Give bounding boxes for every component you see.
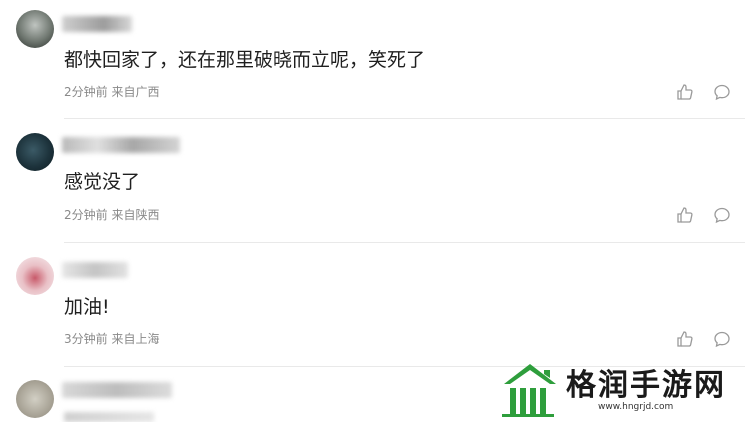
- comment-meta: 2分钟前 来自广西: [64, 85, 160, 99]
- username-blurred[interactable]: [62, 16, 132, 32]
- site-url: www.hngrjd.com: [598, 402, 674, 412]
- comment-bubble-icon[interactable]: [713, 83, 731, 101]
- thumbs-up-icon[interactable]: [676, 206, 694, 224]
- comment-text: 感觉没了: [64, 171, 141, 193]
- site-name: 格润手游网: [566, 368, 726, 403]
- comment-item: 都快回家了，还在那里破晓而立呢，笑死了 2分钟前 来自广西: [0, 0, 745, 120]
- site-logo-icon: [502, 364, 556, 417]
- comment-meta: 3分钟前 来自上海: [64, 332, 160, 346]
- user-avatar[interactable]: [16, 10, 54, 48]
- username-blurred[interactable]: [62, 137, 180, 153]
- user-avatar[interactable]: [16, 380, 54, 418]
- comment-item: 感觉没了 2分钟前 来自陕西: [0, 120, 745, 244]
- comment-text: 加油!: [64, 296, 110, 318]
- comment-bubble-icon[interactable]: [713, 330, 731, 348]
- thumbs-up-icon[interactable]: [676, 330, 694, 348]
- username-blurred[interactable]: [62, 262, 128, 278]
- username-blurred[interactable]: [62, 382, 172, 398]
- comment-item: 加油! 3分钟前 来自上海: [0, 244, 745, 368]
- comment-text: 都快回家了，还在那里破晓而立呢，笑死了: [64, 49, 426, 71]
- user-avatar[interactable]: [16, 257, 54, 295]
- site-watermark: 格润手游网 www.hngrjd.com: [498, 356, 745, 420]
- divider: [64, 242, 745, 243]
- thumbs-up-icon[interactable]: [676, 83, 694, 101]
- user-avatar[interactable]: [16, 133, 54, 171]
- divider: [64, 118, 745, 119]
- comment-meta: 2分钟前 来自陕西: [64, 208, 160, 222]
- comment-text-blurred: [64, 412, 154, 422]
- comment-bubble-icon[interactable]: [713, 206, 731, 224]
